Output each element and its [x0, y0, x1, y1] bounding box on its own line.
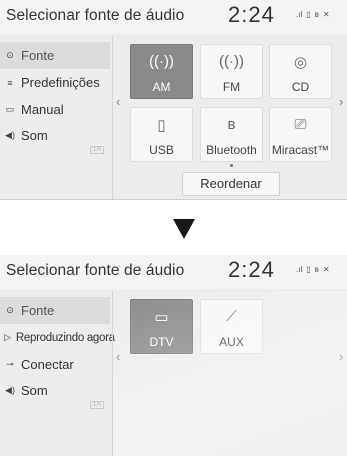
- source-tile-fm[interactable]: ((·)) FM: [200, 44, 263, 99]
- page-indicator-badge: 1/6: [90, 401, 105, 409]
- page-indicator-badge: 1/6: [90, 146, 105, 154]
- sound-icon: ◀): [5, 385, 15, 395]
- header: Selecionar fonte de áudio 2:24 .ıl ▯ ʙ ✕: [0, 0, 347, 34]
- sidebar: ⊙ Fonte ▷ Reproduzindo agora ⊸ Conectar …: [0, 291, 115, 456]
- tile-label: CD: [291, 80, 310, 94]
- manual-icon: ▭: [5, 104, 15, 114]
- bluetooth-status-icon: ʙ: [314, 10, 319, 19]
- sidebar-item-label: Som: [21, 383, 48, 398]
- source-tile-am[interactable]: ((·)) AM: [130, 44, 193, 99]
- page-dot: [230, 164, 233, 167]
- scroll-right-arrow[interactable]: ›: [339, 94, 343, 109]
- source-tile-cd[interactable]: ◎ CD: [269, 44, 332, 99]
- radio-antenna-icon: ((·)): [219, 53, 244, 70]
- tv-icon: ▭: [154, 309, 169, 326]
- presets-icon: ≡: [7, 77, 13, 88]
- sidebar-item-sound[interactable]: ◀) Som: [0, 122, 110, 149]
- tile-label: FM: [222, 80, 241, 94]
- reorder-button[interactable]: Reordenar: [182, 172, 280, 196]
- mute-icon: ✕: [322, 265, 330, 274]
- sidebar-item-label: Reproduzindo agora: [15, 331, 115, 344]
- sidebar-item-label: Manual: [21, 102, 64, 117]
- cd-icon: ◎: [293, 54, 308, 71]
- radio-antenna-icon: ((·)): [149, 53, 174, 70]
- tile-label: Miracast™: [271, 143, 330, 157]
- status-bar: .ıl ▯ ʙ ✕: [296, 266, 330, 274]
- sidebar-item-label: Fonte: [21, 303, 55, 318]
- sidebar-item-now-playing[interactable]: ▷ Reproduzindo agora: [0, 324, 115, 351]
- down-arrow-icon: [173, 219, 195, 239]
- source-tile-usb[interactable]: ▯ USB: [130, 107, 193, 162]
- scroll-left-arrow[interactable]: ‹: [116, 349, 120, 364]
- scroll-left-arrow[interactable]: ‹: [116, 94, 120, 109]
- clock: 2:24: [228, 257, 275, 282]
- page-title: Selecionar fonte de áudio: [6, 7, 185, 24]
- audio-source-screen-bottom: Selecionar fonte de áudio 2:24 .ıl ▯ ʙ ✕…: [0, 255, 347, 456]
- sidebar-item-source[interactable]: ⊙ Fonte: [0, 42, 110, 69]
- tile-label: Bluetooth: [206, 143, 257, 157]
- source-tile-miracast[interactable]: ⎚ Miracast™: [269, 107, 332, 162]
- sidebar-item-source[interactable]: ⊙ Fonte: [0, 297, 110, 324]
- tile-label: AUX: [219, 335, 244, 349]
- miracast-icon: ⎚: [294, 116, 307, 133]
- divider: [112, 291, 113, 456]
- phone-battery-icon: ▯: [306, 265, 311, 274]
- usb-icon: ▯: [157, 117, 166, 134]
- sidebar-item-label: Som: [21, 128, 48, 143]
- page-title: Selecionar fonte de áudio: [6, 262, 185, 279]
- source-tile-aux[interactable]: ⟋ AUX: [200, 299, 263, 354]
- tile-label: DTV: [149, 335, 174, 349]
- sidebar-item-label: Conectar: [21, 357, 74, 372]
- sidebar-item-label: Fonte: [21, 48, 55, 63]
- aux-cable-icon: ⟋: [226, 308, 237, 325]
- clock: 2:24: [228, 2, 275, 27]
- status-bar: .ıl ▯ ʙ ✕: [296, 11, 330, 19]
- phone-battery-icon: ▯: [306, 10, 311, 19]
- sidebar-item-manual[interactable]: ▭ Manual: [0, 96, 110, 123]
- tile-label: AM: [152, 80, 171, 94]
- mute-icon: ✕: [322, 10, 330, 19]
- signal-icon: .ıl: [296, 265, 303, 274]
- sidebar-item-sound[interactable]: ◀) Som: [0, 377, 110, 404]
- connect-icon: ⊸: [6, 359, 14, 369]
- sound-icon: ◀): [5, 130, 15, 140]
- sidebar-item-connect[interactable]: ⊸ Conectar: [0, 351, 110, 378]
- header: Selecionar fonte de áudio 2:24 .ıl ▯ ʙ ✕: [0, 255, 347, 289]
- sidebar-item-presets[interactable]: ≡ Predefinições: [0, 69, 110, 96]
- sidebar-item-label: Predefinições: [21, 75, 100, 90]
- source-icon: ⊙: [6, 50, 14, 60]
- bluetooth-icon: ʙ: [227, 116, 236, 133]
- scroll-right-arrow[interactable]: ›: [339, 349, 343, 364]
- play-icon: ▷: [4, 332, 11, 342]
- sidebar: ⊙ Fonte ≡ Predefinições ▭ Manual ◀) Som …: [0, 36, 110, 199]
- source-tile-dtv[interactable]: ▭ DTV: [130, 299, 193, 354]
- bluetooth-status-icon: ʙ: [314, 265, 319, 274]
- audio-source-screen-top: Selecionar fonte de áudio 2:24 .ıl ▯ ʙ ✕…: [0, 0, 347, 200]
- signal-icon: .ıl: [296, 10, 303, 19]
- source-icon: ⊙: [6, 305, 14, 315]
- tile-label: USB: [149, 143, 174, 157]
- source-tile-bluetooth[interactable]: ʙ Bluetooth: [200, 107, 263, 167]
- divider: [112, 36, 113, 199]
